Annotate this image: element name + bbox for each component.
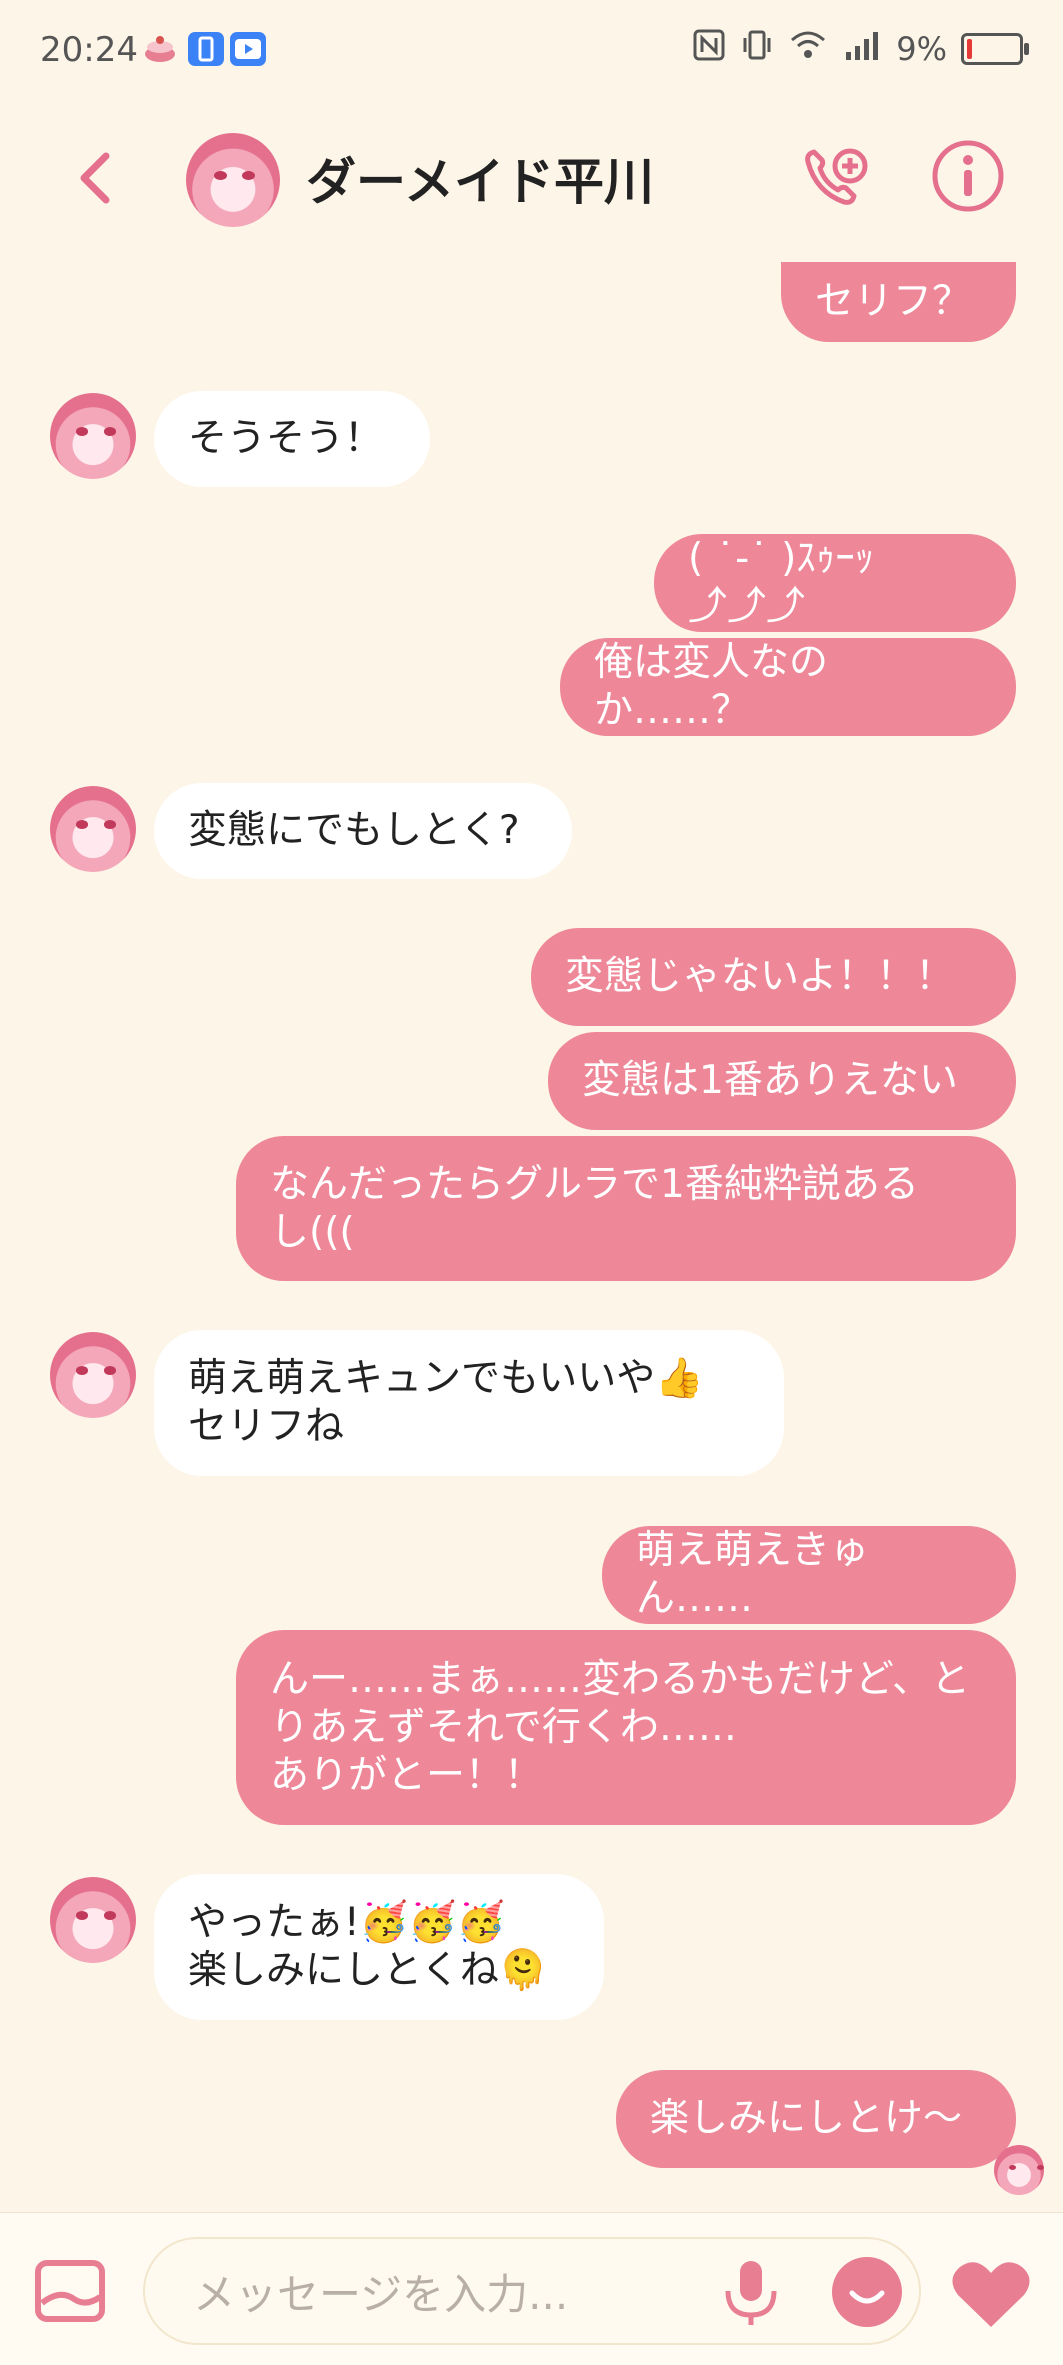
signal-icon <box>842 28 882 70</box>
contact-message-avatar[interactable] <box>50 786 136 872</box>
image-gallery-icon[interactable] <box>34 2259 106 2323</box>
outgoing-message[interactable]: 俺は変人なのか……？ <box>560 638 1016 736</box>
outgoing-message[interactable]: んー……まぁ……変わるかもだけど、と りあえずそれで行くわ…… ありがとー！！ <box>236 1630 1016 1825</box>
contact-name[interactable]: ダーメイド平川 <box>306 142 654 214</box>
status-time: 20:24 <box>40 30 138 70</box>
battery-icon <box>961 33 1029 65</box>
outgoing-message[interactable]: 変態じゃないよ！！！ <box>531 928 1016 1026</box>
incoming-message[interactable]: そうそう！ <box>154 391 430 487</box>
wifi-icon <box>788 28 828 70</box>
outgoing-message[interactable]: ( ˙-˙ )ｽｩｰｯ⤴︎⤴︎⤴︎ <box>654 534 1016 632</box>
message-input[interactable]: メッセージを入力... <box>143 2237 921 2345</box>
contact-avatar[interactable] <box>186 133 280 227</box>
emoji-icon[interactable] <box>830 2255 904 2329</box>
heart-icon[interactable] <box>950 2257 1032 2331</box>
read-receipt-avatar <box>994 2145 1044 2195</box>
contact-message-avatar[interactable] <box>50 1877 136 1963</box>
back-arrow-icon[interactable] <box>70 150 122 206</box>
status-bar: 20:24 9% <box>0 0 1063 100</box>
chat-header: ダーメイド平川 <box>0 100 1063 260</box>
outgoing-message[interactable]: 変態は1番ありえない <box>548 1032 1016 1130</box>
nfc-icon <box>692 28 726 70</box>
contact-message-avatar[interactable] <box>50 393 136 479</box>
incoming-message[interactable]: やったぁ!🥳🥳🥳 楽しみにしとくね🫠 <box>154 1874 604 2020</box>
cake-icon <box>142 32 178 66</box>
incoming-message[interactable]: 変態にでもしとく? <box>154 783 572 879</box>
youtube-icon <box>230 32 266 66</box>
outgoing-message[interactable]: セリフ？ <box>781 262 1016 342</box>
info-icon[interactable] <box>930 138 1006 214</box>
incoming-message[interactable]: 萌え萌えキュンでもいいや👍 セリフね <box>154 1330 784 1476</box>
outgoing-message[interactable]: 萌え萌えきゅん…… <box>602 1526 1016 1624</box>
outgoing-message[interactable]: 楽しみにしとけ〜 <box>616 2070 1016 2168</box>
outgoing-message[interactable]: なんだったらグルラで1番純粋説ある し((( <box>236 1136 1016 1281</box>
microphone-icon[interactable] <box>720 2257 782 2329</box>
contact-message-avatar[interactable] <box>50 1332 136 1418</box>
message-input-bar: メッセージを入力... <box>0 2212 1063 2365</box>
battery-percent: 9% <box>896 30 947 68</box>
phone-manager-icon <box>188 32 224 66</box>
add-call-icon[interactable] <box>794 142 874 222</box>
vibrate-icon <box>740 28 774 70</box>
